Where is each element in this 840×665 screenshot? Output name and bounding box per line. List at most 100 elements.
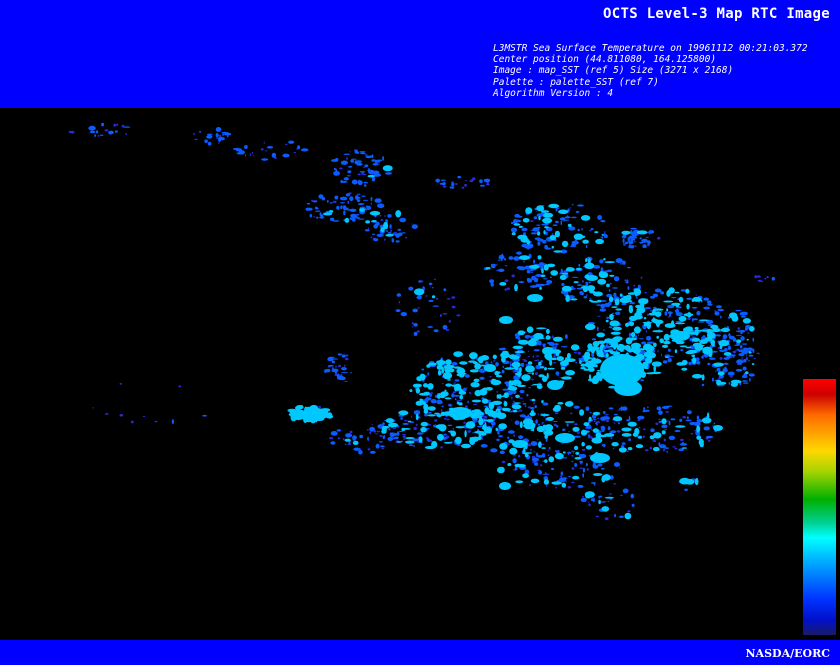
metadata-line-palette: Palette : palette_SST (ref 7) bbox=[493, 76, 659, 88]
header-banner: OCTS Level-3 Map RTC Image L3MSTR Sea Su… bbox=[0, 0, 840, 108]
sst-pixel-patch bbox=[538, 441, 542, 449]
sst-pixel-patch bbox=[509, 447, 518, 455]
sst-pixel-patch bbox=[391, 238, 395, 243]
sst-pixel-patch bbox=[440, 179, 446, 181]
sst-pixel-patch bbox=[574, 445, 579, 451]
sst-pixel-patch bbox=[635, 296, 638, 299]
sst-pixel-patch bbox=[394, 436, 399, 440]
sst-pixel-patch bbox=[716, 379, 722, 386]
sst-pixel-patch bbox=[544, 472, 547, 474]
sst-pixel-patch bbox=[592, 465, 599, 469]
sst-pixel-patch bbox=[468, 360, 476, 363]
sst-pixel-patch bbox=[565, 267, 575, 272]
sst-pixel-patch bbox=[408, 444, 413, 446]
sst-pixel-patch bbox=[333, 358, 338, 360]
sst-pixel-patch bbox=[503, 347, 505, 351]
sst-pixel-patch bbox=[206, 134, 213, 139]
sst-pixel-patch bbox=[442, 324, 448, 330]
sst-pixel-patch bbox=[501, 253, 504, 259]
sst-pixel-patch bbox=[433, 329, 439, 333]
sst-pixel-patch bbox=[691, 337, 701, 342]
sst-pixel-patch bbox=[698, 319, 709, 322]
sst-pixel-patch bbox=[612, 326, 622, 331]
sst-pixel-patch bbox=[512, 458, 517, 464]
sst-pixel-patch bbox=[464, 180, 467, 182]
sst-pixel-patch bbox=[417, 432, 424, 435]
sst-pixel-patch bbox=[575, 451, 580, 455]
sst-pixel-patch bbox=[748, 360, 751, 362]
sst-pixel-patch bbox=[740, 336, 745, 341]
sst-pixel-patch bbox=[562, 219, 570, 221]
sst-pixel-patch bbox=[512, 400, 515, 403]
sst-pixel-patch bbox=[753, 358, 756, 360]
sst-warm-patch bbox=[713, 425, 723, 431]
sst-pixel-patch bbox=[687, 312, 692, 318]
sst-pixel-patch bbox=[204, 139, 208, 143]
sst-pixel-patch bbox=[463, 421, 466, 424]
sst-pixel-patch bbox=[530, 385, 534, 386]
sst-pixel-patch bbox=[464, 430, 467, 438]
sst-pixel-patch bbox=[529, 245, 531, 249]
sst-pixel-patch bbox=[657, 349, 659, 353]
sst-pixel-patch bbox=[771, 276, 775, 281]
sst-pixel-patch bbox=[561, 272, 569, 275]
sst-pixel-patch bbox=[513, 434, 515, 437]
sst-pixel-patch bbox=[678, 296, 684, 303]
sst-pixel-patch bbox=[540, 274, 546, 278]
sst-pixel-patch bbox=[643, 322, 648, 327]
sst-pixel-patch bbox=[523, 260, 525, 263]
sst-pixel-patch bbox=[520, 362, 525, 367]
sst-pixel-patch bbox=[749, 326, 755, 332]
sst-pixel-patch bbox=[535, 210, 537, 212]
sst-pixel-patch bbox=[372, 163, 379, 166]
sst-pixel-patch bbox=[596, 417, 600, 419]
sst-pixel-patch bbox=[633, 288, 642, 296]
sst-pixel-patch bbox=[537, 255, 542, 260]
sst-pixel-patch bbox=[215, 127, 222, 132]
sst-pixel-patch bbox=[571, 467, 575, 470]
sst-pixel-patch bbox=[499, 282, 507, 286]
sst-pixel-patch bbox=[600, 303, 605, 309]
sst-pixel-patch bbox=[752, 348, 755, 353]
sst-pixel-patch bbox=[654, 288, 662, 293]
sst-pixel-patch bbox=[370, 236, 373, 239]
sst-pixel-patch bbox=[744, 327, 748, 331]
sst-pixel-patch bbox=[719, 357, 723, 360]
sst-pixel-patch bbox=[590, 482, 597, 484]
sst-pixel-patch bbox=[113, 123, 116, 127]
sst-pixel-patch bbox=[222, 133, 225, 136]
footer-banner: NASDA/EORC bbox=[0, 640, 840, 665]
sst-pixel-patch bbox=[588, 433, 590, 439]
sst-pixel-patch bbox=[369, 426, 375, 432]
sst-pixel-patch bbox=[467, 430, 471, 433]
sst-pixel-patch bbox=[605, 353, 609, 358]
sst-pixel-patch bbox=[646, 335, 652, 341]
sst-pixel-patch bbox=[563, 220, 565, 222]
sst-pixel-patch bbox=[547, 454, 550, 457]
sst-pixel-patch bbox=[541, 223, 549, 226]
sst-pixel-patch bbox=[717, 308, 724, 312]
sst-pixel-patch bbox=[595, 432, 602, 439]
sst-pixel-patch bbox=[571, 243, 576, 247]
sst-pixel-patch bbox=[428, 299, 434, 302]
sst-pixel-patch bbox=[679, 418, 683, 422]
sst-pixel-patch bbox=[565, 370, 575, 376]
sst-pixel-patch bbox=[626, 450, 629, 453]
sst-pixel-patch bbox=[572, 426, 580, 432]
sst-pixel-patch bbox=[527, 350, 530, 352]
sst-pixel-patch bbox=[530, 220, 534, 222]
sst-pixel-patch bbox=[473, 403, 477, 406]
sst-pixel-patch bbox=[313, 215, 315, 218]
sst-pixel-patch bbox=[531, 378, 534, 381]
sst-pixel-patch bbox=[551, 245, 554, 249]
sst-pixel-patch bbox=[344, 438, 351, 442]
sst-pixel-patch bbox=[429, 439, 433, 442]
sst-pixel-patch bbox=[342, 438, 345, 441]
sst-pixel-patch bbox=[540, 413, 550, 417]
sst-pixel-patch bbox=[329, 437, 334, 440]
sst-pixel-patch bbox=[749, 377, 751, 382]
sst-pixel-patch bbox=[602, 329, 605, 331]
sst-pixel-patch bbox=[605, 319, 609, 323]
sst-pixel-patch bbox=[96, 130, 99, 134]
sst-pixel-patch bbox=[604, 231, 606, 234]
